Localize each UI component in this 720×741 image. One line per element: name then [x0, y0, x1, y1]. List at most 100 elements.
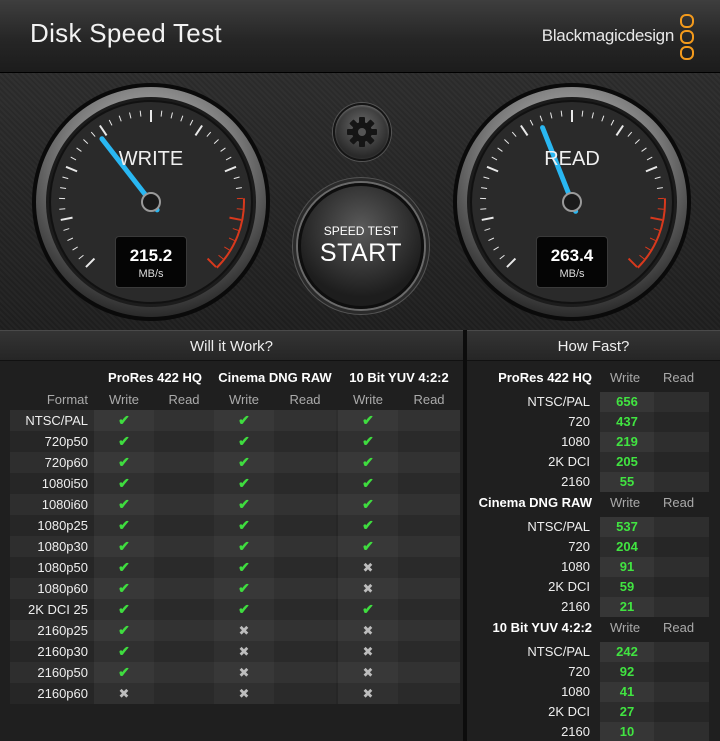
table-row: 720p50 ✔ ✔ ✔ [10, 431, 460, 452]
check-icon: ✔ [338, 599, 398, 620]
read-cell [274, 620, 336, 641]
read-cell [398, 515, 460, 536]
check-icon: ✔ [94, 473, 154, 494]
check-icon: ✔ [214, 557, 274, 578]
read-cell [274, 473, 336, 494]
codec-title-10bit-yuv: 10 Bit YUV 4:2:2 [349, 370, 449, 385]
format-label: 720p50 [44, 434, 88, 449]
check-icon: ✔ [94, 431, 154, 452]
read-cell [398, 410, 460, 431]
read-cell [154, 536, 214, 557]
read-speed-cell [654, 597, 709, 617]
read-cell [274, 536, 336, 557]
fast-write-header: Write [610, 370, 641, 385]
how-fast-panel: ProRes 422 HQ Write Read NTSC/PAL 656 720 437 1… [467, 361, 720, 741]
fast-codec-title: Cinema DNG RAW [478, 495, 592, 510]
check-icon: ✔ [94, 452, 154, 473]
fast-read-header: Read [663, 620, 695, 635]
format-label: 2K DCI 25 [28, 602, 88, 617]
cross-icon: ✖ [338, 662, 398, 683]
format-label: 2160 [561, 724, 590, 739]
read-cell [398, 641, 460, 662]
check-icon: ✔ [214, 452, 274, 473]
format-label: 1080 [561, 684, 590, 699]
table-row: 1080p60 ✔ ✔ ✖ [10, 578, 460, 599]
format-column-header: Format [46, 392, 88, 407]
check-icon: ✔ [94, 515, 154, 536]
read-speed-cell [654, 722, 709, 741]
read-cell [274, 557, 336, 578]
speed-row: 1080 41 [467, 682, 720, 702]
cross-icon: ✖ [338, 641, 398, 662]
write-speed-value: 10 [600, 722, 654, 741]
read-gauge-label: READ [544, 148, 600, 170]
format-label: 2160p60 [37, 686, 88, 701]
write-speed-value: 537 [600, 517, 654, 537]
gauge-tick [581, 110, 584, 117]
read-speed-unit: MB/s [559, 268, 585, 280]
read-cell [154, 515, 214, 536]
format-label: NTSC/PAL [527, 519, 590, 534]
cross-icon: ✖ [338, 620, 398, 641]
speed-row: 2160 21 [467, 597, 720, 617]
write-speed-value: 242 [600, 642, 654, 662]
will-it-work-panel: ProRes 422 HQ Cinema DNG RAW 10 Bit YUV … [0, 361, 463, 741]
read-speed-cell [654, 452, 709, 472]
format-label: 720 [568, 539, 590, 554]
write-speed-value: 204 [600, 537, 654, 557]
table-row: 720p60 ✔ ✔ ✔ [10, 452, 460, 473]
check-icon: ✔ [94, 410, 154, 431]
read-speed-cell [654, 682, 709, 702]
table-row: 1080i60 ✔ ✔ ✔ [10, 494, 460, 515]
speed-row: NTSC/PAL 656 [467, 392, 720, 412]
read-cell [274, 683, 336, 704]
check-icon: ✔ [214, 599, 274, 620]
read-speed-cell [654, 472, 709, 492]
check-icon: ✔ [338, 410, 398, 431]
read-cell [274, 431, 336, 452]
check-icon: ✔ [338, 452, 398, 473]
start-button-caption: SPEED TEST [323, 224, 399, 238]
read-cell [274, 662, 336, 683]
format-label: 1080i50 [41, 476, 88, 491]
format-label: 2160p25 [37, 623, 88, 638]
fast-read-header: Read [663, 495, 695, 510]
table-row: 2160p25 ✔ ✖ ✖ [10, 620, 460, 641]
write-speed-value: 55 [600, 472, 654, 492]
format-label: 1080 [561, 434, 590, 449]
settings-button[interactable] [333, 103, 391, 161]
gauge-panel: WRITE 215.2 MB/s SPEED TEST START READ 2… [0, 73, 720, 330]
format-label: NTSC/PAL [527, 394, 590, 409]
gauge-hub [562, 192, 582, 212]
format-label: NTSC/PAL [25, 413, 88, 428]
read-cell [274, 599, 336, 620]
read-cell [398, 452, 460, 473]
format-label: 2160 [561, 474, 590, 489]
write-speed-value: 91 [600, 557, 654, 577]
blackmagic-logo-icon [680, 14, 694, 60]
start-button[interactable]: SPEED TEST START [298, 183, 424, 309]
read-cell [398, 536, 460, 557]
read-cell [274, 641, 336, 662]
fast-codec-title: 10 Bit YUV 4:2:2 [492, 620, 592, 635]
read-speed-cell [654, 432, 709, 452]
gauge-tick [560, 110, 563, 117]
app-title: Disk Speed Test [30, 18, 222, 48]
read-cell [398, 473, 460, 494]
yuv-write-header: Write [352, 392, 384, 407]
read-cell [398, 599, 460, 620]
write-speed-value: 59 [600, 577, 654, 597]
read-speed-cell [654, 392, 709, 412]
format-label: 2K DCI [548, 579, 590, 594]
read-speed-value: 263.4 [550, 246, 594, 265]
table-row: 1080i50 ✔ ✔ ✔ [10, 473, 460, 494]
format-label: 2160p30 [37, 644, 88, 659]
table-row: 2160p50 ✔ ✖ ✖ [10, 662, 460, 683]
cross-icon: ✖ [214, 662, 274, 683]
cross-icon: ✖ [338, 578, 398, 599]
read-cell [398, 578, 460, 599]
format-label: 1080p25 [37, 518, 88, 533]
speed-row: NTSC/PAL 537 [467, 517, 720, 537]
cross-icon: ✖ [214, 620, 274, 641]
check-icon: ✔ [94, 557, 154, 578]
